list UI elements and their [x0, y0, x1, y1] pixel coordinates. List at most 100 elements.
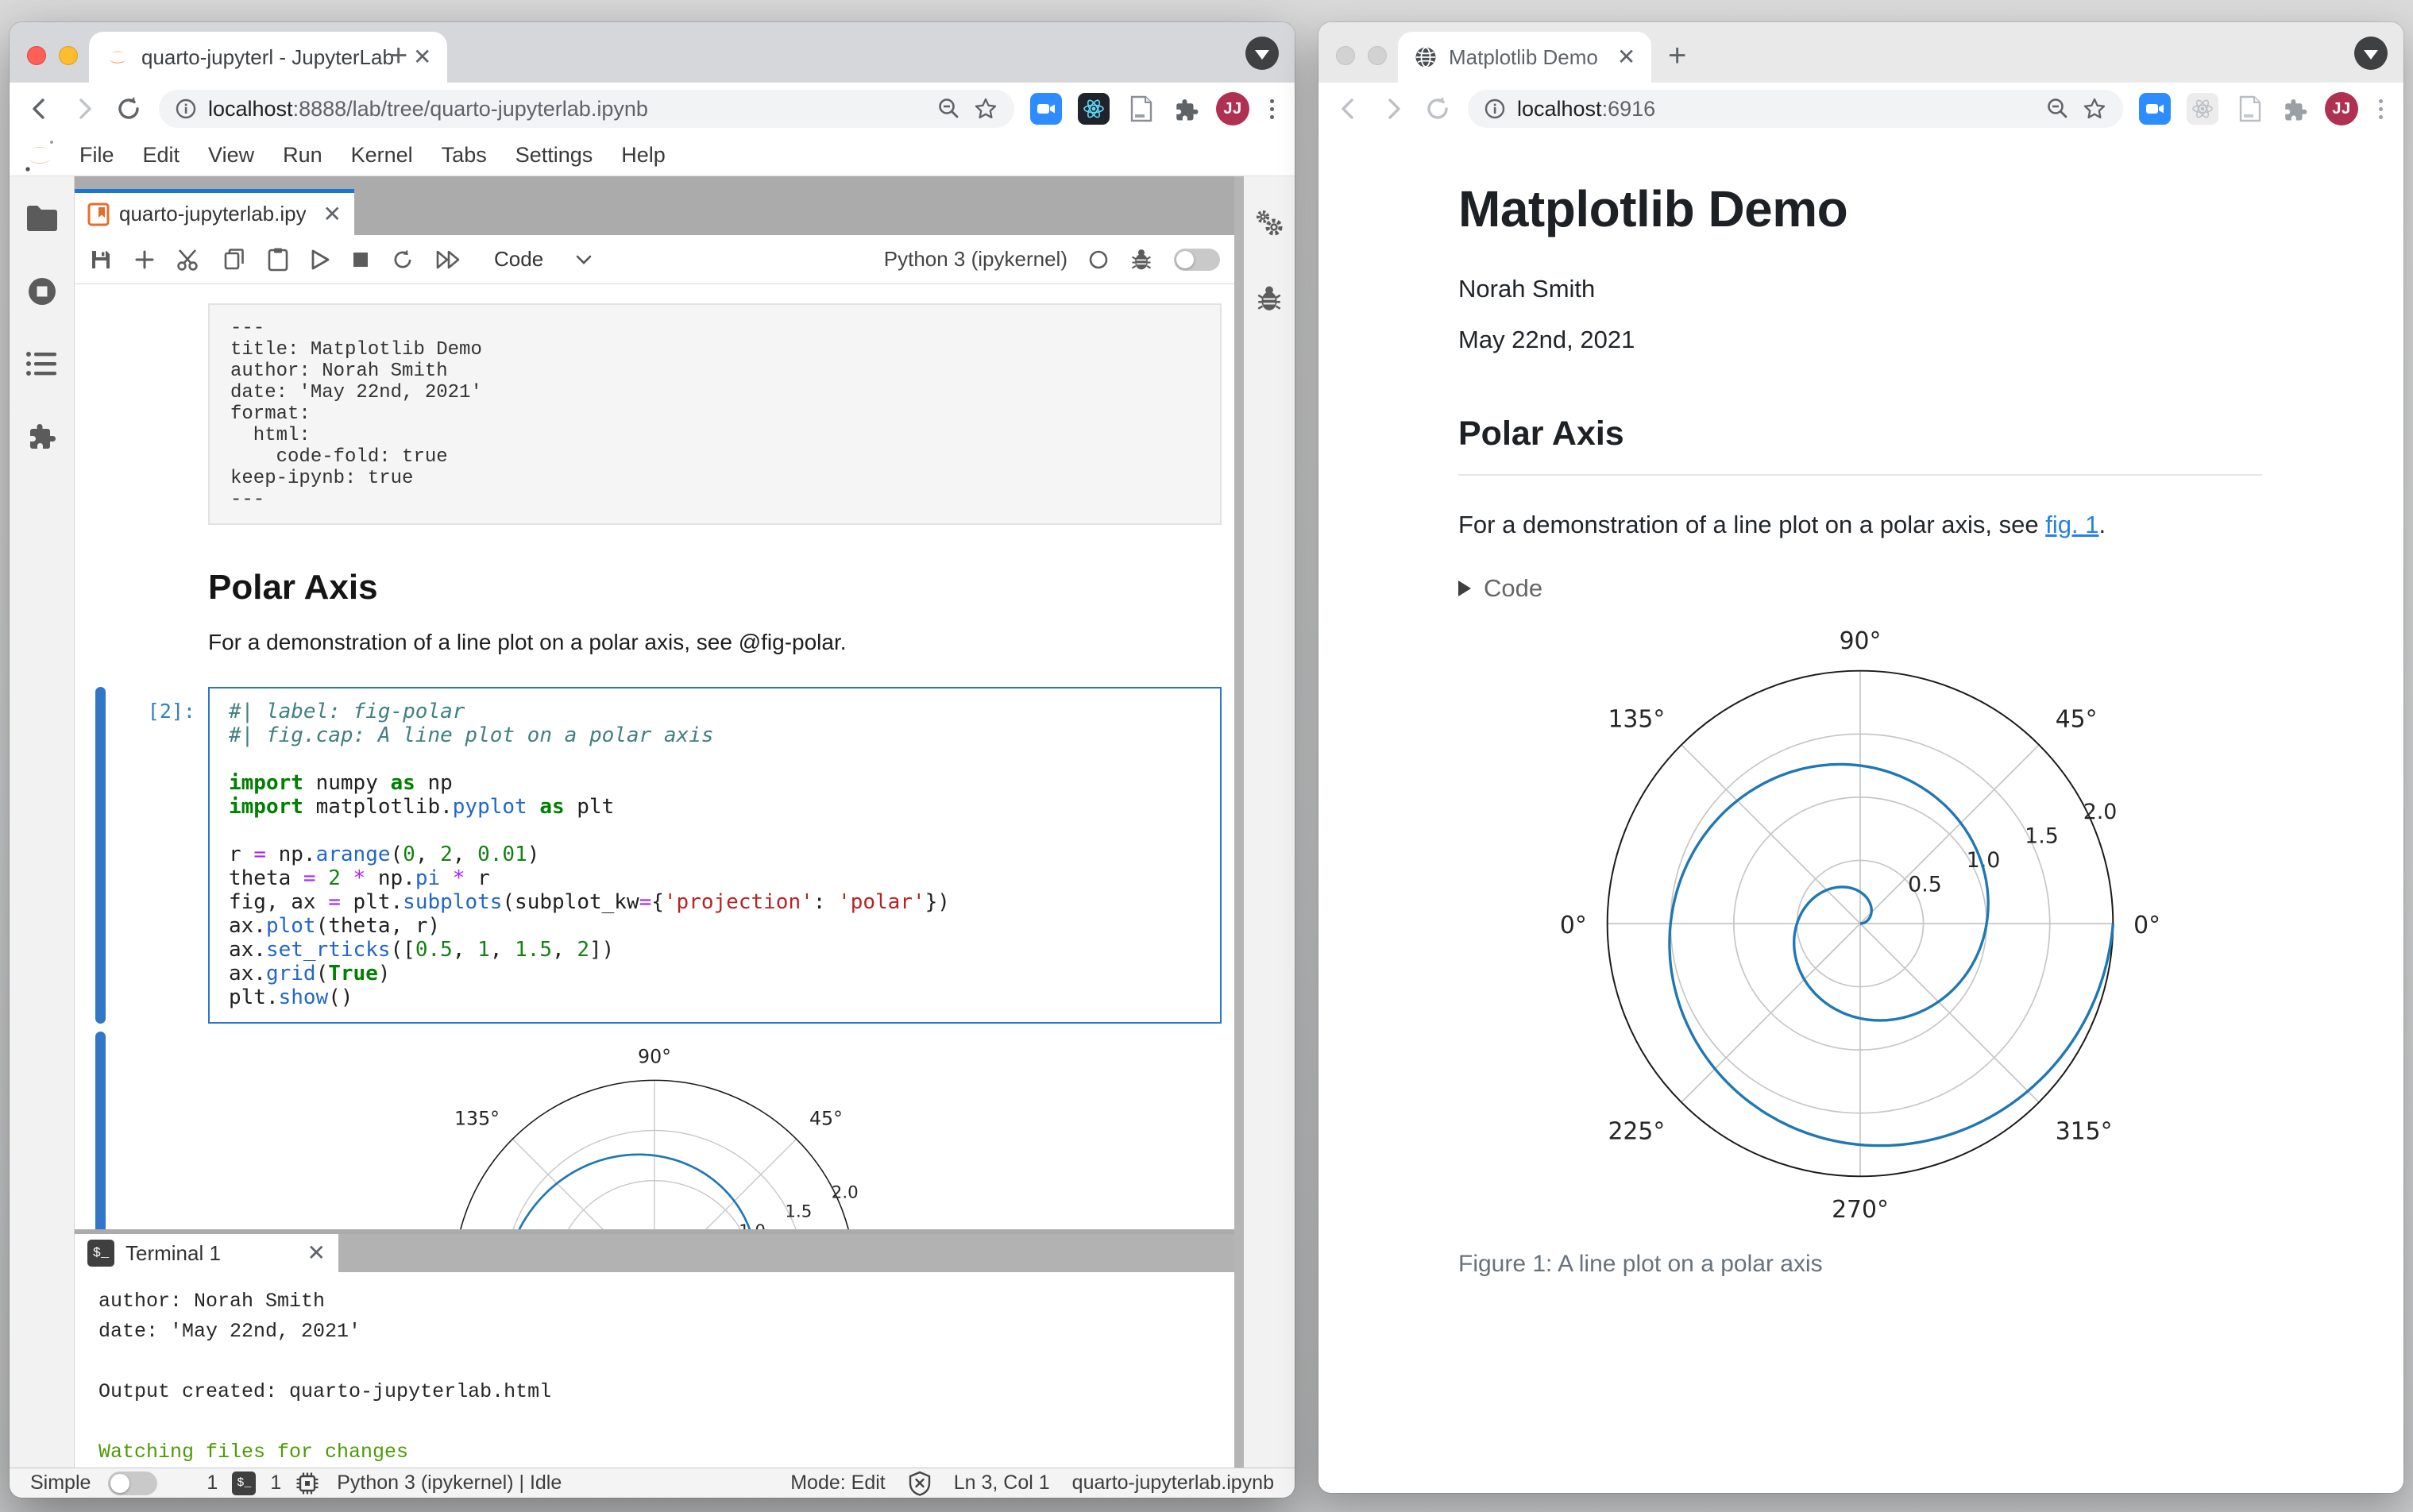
raw-yaml-cell[interactable]: --- title: Matplotlib Demo author: Norah…: [208, 303, 1222, 525]
code-line[interactable]: [229, 747, 1206, 771]
dock-divider[interactable]: [1234, 176, 1244, 1468]
code-line[interactable]: ax.set_rticks([0.5, 1, 1.5, 2]): [229, 938, 1206, 962]
cut-icon[interactable]: [176, 248, 202, 272]
notebook-scroll-area[interactable]: --- title: Matplotlib Demo author: Norah…: [75, 284, 1234, 1229]
extensions-puzzle-icon[interactable]: [2282, 95, 2309, 122]
code-line[interactable]: import numpy as np: [229, 771, 1206, 795]
react-devtools-icon[interactable]: [1078, 93, 1110, 125]
paste-icon[interactable]: [267, 247, 289, 272]
code-fold-toggle[interactable]: Code: [1458, 574, 2403, 603]
zoom-out-icon[interactable]: [936, 96, 962, 122]
menu-run[interactable]: Run: [268, 143, 337, 168]
kernel-status-text[interactable]: Python 3 (ipykernel) | Idle: [337, 1472, 562, 1495]
close-tab-icon[interactable]: ✕: [1617, 46, 1635, 68]
code-editor[interactable]: #| label: fig-polar #| fig.cap: A line pl…: [208, 687, 1222, 1024]
save-icon[interactable]: [89, 248, 113, 272]
close-notebook-tab-icon[interactable]: ✕: [323, 202, 342, 226]
address-bar[interactable]: localhost:6916: [1468, 90, 2123, 128]
menu-tabs[interactable]: Tabs: [427, 143, 501, 168]
zoom-out-icon[interactable]: [2045, 96, 2071, 122]
close-tab-icon[interactable]: ✕: [413, 46, 431, 68]
reload-icon[interactable]: [114, 94, 143, 123]
restart-icon[interactable]: [391, 248, 415, 272]
terminal-tab[interactable]: $_ Terminal 1 ✕: [75, 1234, 338, 1272]
back-icon[interactable]: [1334, 94, 1363, 123]
run-icon[interactable]: [310, 249, 330, 271]
run-all-icon[interactable]: [435, 249, 462, 270]
browser-avatar[interactable]: JJ: [2325, 92, 2358, 125]
active-cell-bar-output[interactable]: [95, 1032, 106, 1229]
code-line[interactable]: import matplotlib.pyplot as plt: [229, 795, 1206, 819]
menu-kernel[interactable]: Kernel: [337, 143, 427, 168]
close-window-button[interactable]: [27, 46, 46, 65]
site-info-icon[interactable]: [175, 98, 197, 120]
code-line[interactable]: r = np.arange(0, 2, 0.01): [229, 843, 1206, 866]
menu-help[interactable]: Help: [607, 143, 680, 168]
code-line[interactable]: #| label: fig-polar: [229, 700, 1206, 723]
new-tab-button[interactable]: +: [389, 40, 407, 71]
debugger-toggle[interactable]: [1174, 248, 1220, 271]
cell-type-dropdown[interactable]: Code: [494, 247, 593, 272]
add-cell-icon[interactable]: [133, 249, 156, 271]
figure-link[interactable]: fig. 1: [2045, 511, 2098, 538]
code-line[interactable]: [229, 819, 1206, 843]
reader-extension-icon[interactable]: [2234, 93, 2266, 125]
menu-view[interactable]: View: [194, 143, 268, 168]
back-icon[interactable]: [25, 94, 54, 123]
close-window-button[interactable]: [1336, 46, 1355, 65]
debugger-sidebar-icon[interactable]: [1255, 284, 1284, 313]
code-line[interactable]: ax.plot(theta, r): [229, 914, 1206, 938]
code-line[interactable]: plt.show(): [229, 986, 1206, 1009]
sessions-status[interactable]: 1 $_ 1: [207, 1471, 319, 1495]
react-devtools-icon[interactable]: [2187, 93, 2218, 125]
bookmark-star-icon[interactable]: [2082, 96, 2107, 122]
extensions-puzzle-icon[interactable]: [1173, 95, 1200, 122]
code-cell[interactable]: [2]: #| label: fig-polar #| fig.cap: A li…: [75, 687, 1234, 1024]
code-line[interactable]: theta = 2 * np.pi * r: [229, 866, 1206, 890]
forward-icon[interactable]: [1379, 94, 1407, 123]
property-inspector-icon[interactable]: [1253, 208, 1285, 238]
code-line[interactable]: fig, ax = plt.subplots(subplot_kw={'proj…: [229, 890, 1206, 914]
code-line[interactable]: ax.grid(True): [229, 962, 1206, 986]
simple-mode-toggle[interactable]: [108, 1471, 158, 1495]
table-of-contents-icon[interactable]: [25, 349, 59, 378]
menu-settings[interactable]: Settings: [501, 143, 608, 168]
notebook-tab[interactable]: quarto-jupyterlab.ipynb ✕: [75, 189, 354, 235]
running-sessions-icon[interactable]: [25, 275, 59, 308]
reload-icon[interactable]: [1423, 94, 1452, 123]
trust-shield-icon[interactable]: [908, 1471, 932, 1496]
cursor-position[interactable]: Ln 3, Col 1: [954, 1472, 1050, 1495]
zoom-app-icon[interactable]: [1030, 93, 1062, 125]
reader-extension-icon[interactable]: [1125, 93, 1157, 125]
kernel-name[interactable]: Python 3 (ipykernel): [884, 247, 1068, 272]
file-browser-icon[interactable]: [25, 203, 60, 233]
menu-edit[interactable]: Edit: [129, 143, 195, 168]
browser-tab-preview[interactable]: Matplotlib Demo ✕: [1398, 32, 1652, 83]
address-bar[interactable]: localhost:8888/lab/tree/quarto-jupyterla…: [159, 90, 1014, 128]
zoom-app-icon[interactable]: [2139, 93, 2171, 125]
profile-menu-button[interactable]: [2354, 37, 2388, 70]
menu-file[interactable]: File: [65, 143, 129, 168]
extension-manager-icon[interactable]: [26, 419, 58, 451]
kernel-status-icon[interactable]: [1088, 249, 1109, 270]
minimize-window-button[interactable]: [59, 46, 78, 65]
copy-icon[interactable]: [222, 248, 246, 272]
terminal-output[interactable]: author: Norah Smith date: 'May 22nd, 202…: [75, 1272, 1234, 1493]
url-text[interactable]: localhost:8888/lab/tree/quarto-jupyterla…: [208, 97, 648, 122]
mode-indicator[interactable]: Mode: Edit: [790, 1472, 886, 1495]
url-text[interactable]: localhost:6916: [1517, 97, 1655, 122]
site-info-icon[interactable]: [1484, 98, 1506, 120]
close-terminal-tab-icon[interactable]: ✕: [307, 1242, 326, 1264]
output-cell[interactable]: 0°45°90°135°180°225°270°315°0.51.01.52.0: [75, 1032, 1234, 1229]
interrupt-icon[interactable]: [351, 250, 370, 269]
debugger-bug-icon[interactable]: [1129, 248, 1153, 272]
profile-menu-button[interactable]: [1245, 37, 1279, 70]
browser-menu-icon[interactable]: [2374, 98, 2388, 119]
minimize-window-button[interactable]: [1368, 46, 1387, 65]
forward-icon[interactable]: [70, 94, 98, 123]
new-tab-button[interactable]: +: [1668, 40, 1686, 71]
active-cell-bar[interactable]: [95, 687, 106, 1024]
browser-menu-icon[interactable]: [1265, 98, 1279, 119]
browser-avatar[interactable]: JJ: [1216, 92, 1249, 125]
bookmark-star-icon[interactable]: [973, 96, 998, 122]
